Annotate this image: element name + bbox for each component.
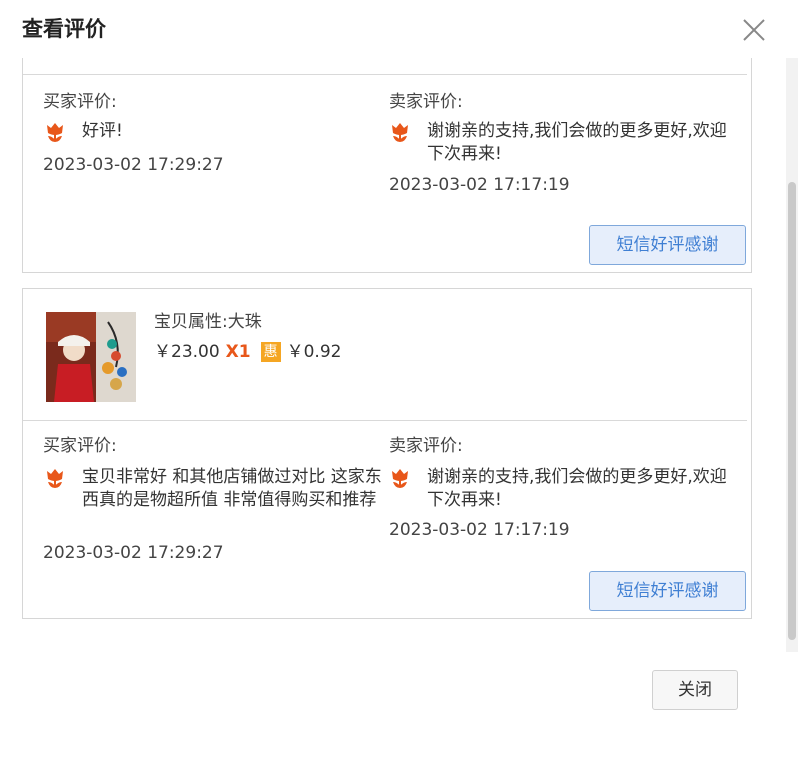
buyer-review-time: 2023-03-02 17:29:27: [43, 543, 224, 563]
product-thumbnail[interactable]: [46, 312, 136, 402]
close-icon[interactable]: [740, 16, 768, 44]
buyer-review-text: 好评!: [82, 121, 123, 141]
buyer-review-text: 宝贝非常好 和其他店铺做过对比 这家东西真的是物超所值 非常值得购买和推荐: [82, 467, 382, 510]
seller-review-label: 卖家评价:: [389, 92, 463, 112]
buyer-review-time: 2023-03-02 17:29:27: [43, 155, 224, 175]
dialog-title: 查看评价: [22, 17, 106, 41]
divider: [23, 420, 747, 421]
tulip-icon: [44, 121, 66, 143]
close-button[interactable]: 关闭: [652, 670, 738, 710]
seller-review-text: 谢谢亲的支持,我们会做的更多更好,欢迎下次再来!: [427, 467, 727, 510]
seller-review-time: 2023-03-02 17:17:19: [389, 175, 570, 195]
discount-amount: ￥0.92: [286, 342, 342, 362]
tulip-icon: [44, 467, 66, 489]
buyer-review-label: 买家评价:: [43, 92, 117, 112]
product-quantity: X1: [225, 342, 251, 362]
seller-review-text: 谢谢亲的支持,我们会做的更多更好,欢迎下次再来!: [427, 121, 727, 164]
sms-thanks-button[interactable]: 短信好评感谢: [589, 571, 746, 611]
review-card: 宝贝属性:大珠 ￥23.00 X1 惠 ￥0.92 买家评价: 宝贝非常好 和其他店铺…: [22, 288, 752, 619]
buyer-review-label: 买家评价:: [43, 436, 117, 456]
review-card: 买家评价: 好评! 2023-03-02 17:29:27 卖家评价: 谢谢亲的…: [22, 58, 752, 273]
seller-review-label: 卖家评价:: [389, 436, 463, 456]
sms-thanks-button[interactable]: 短信好评感谢: [589, 225, 746, 265]
tulip-icon: [389, 121, 411, 143]
discount-badge: 惠: [260, 342, 281, 362]
review-list: 买家评价: 好评! 2023-03-02 17:29:27 卖家评价: 谢谢亲的…: [0, 58, 800, 652]
seller-review-time: 2023-03-02 17:17:19: [389, 520, 570, 540]
product-property: 宝贝属性:大珠: [154, 312, 262, 332]
tulip-icon: [389, 467, 411, 489]
price-line: ￥23.00 X1 惠 ￥0.92: [154, 340, 341, 364]
divider: [23, 74, 747, 75]
product-price: ￥23.00: [154, 342, 220, 362]
scrollbar-thumb[interactable]: [788, 182, 796, 640]
